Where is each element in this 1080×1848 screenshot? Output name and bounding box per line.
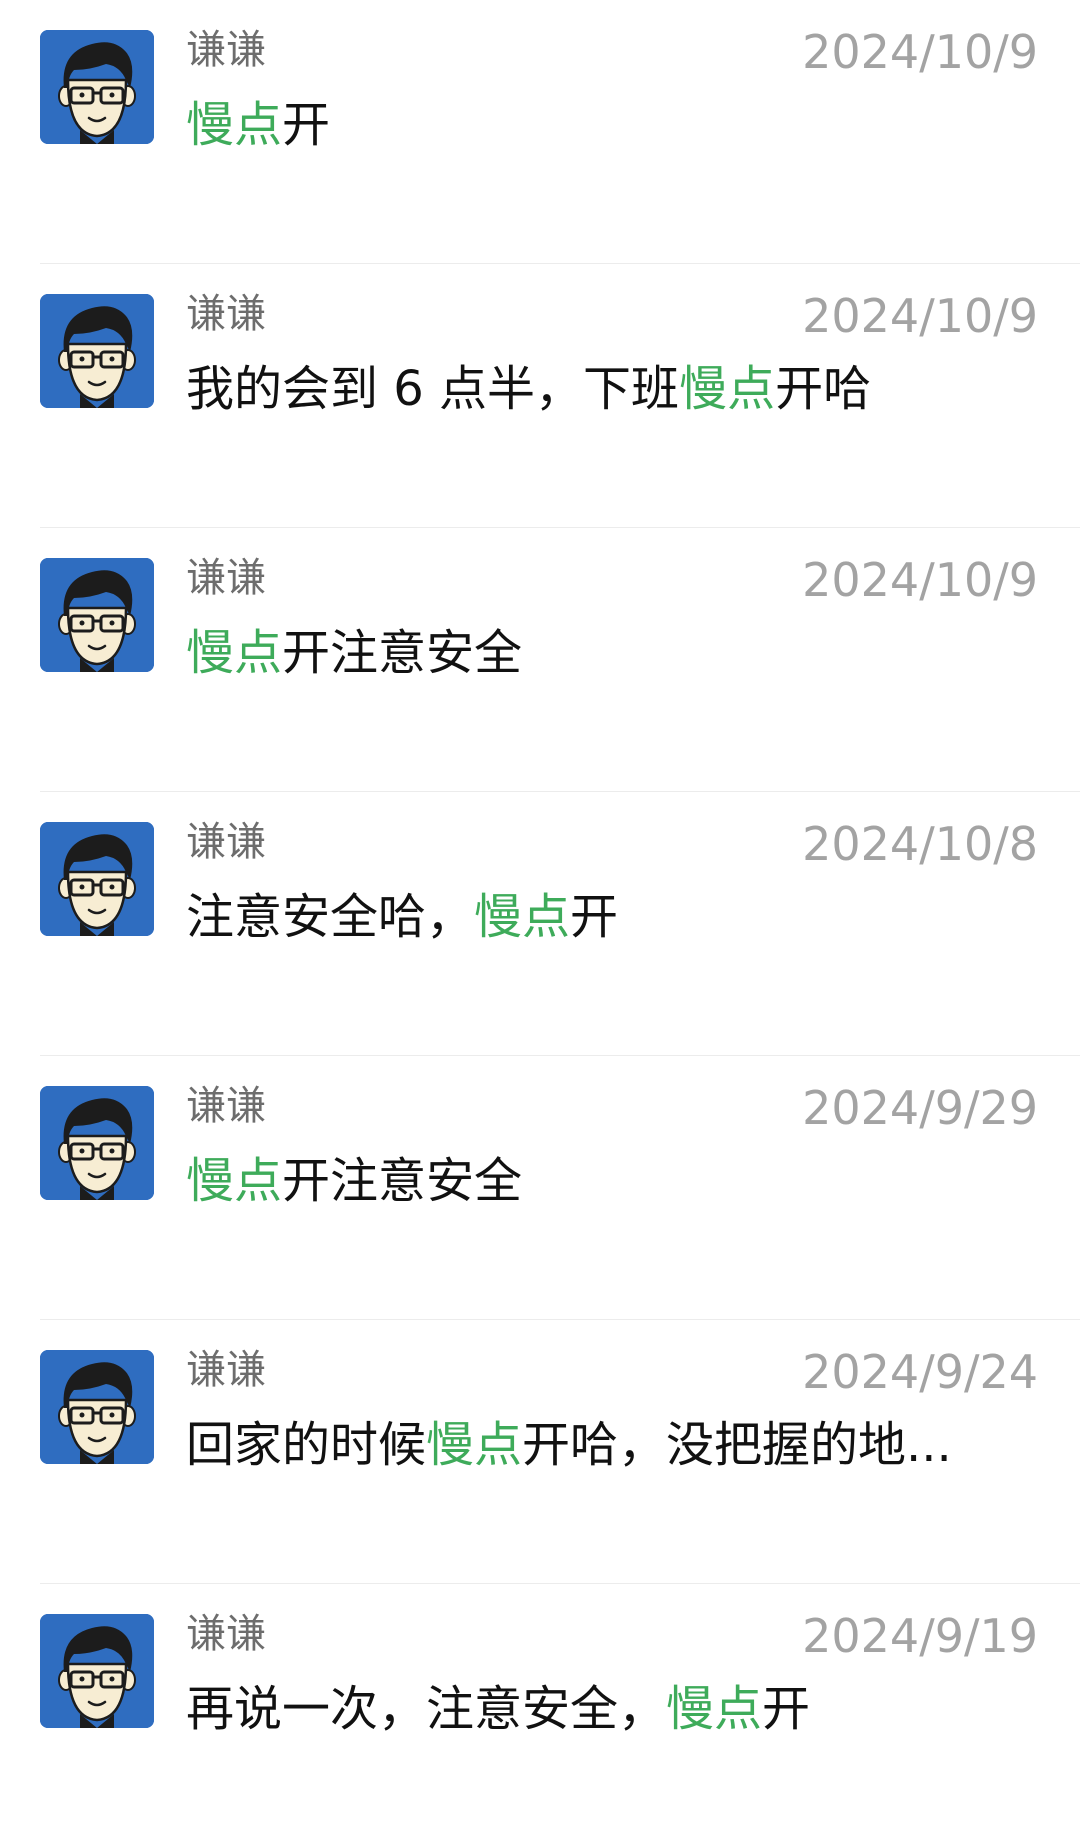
message-preview: 回家的时候慢点开哈，没把握的地... xyxy=(186,1414,1006,1476)
avatar[interactable] xyxy=(40,294,154,408)
avatar[interactable] xyxy=(40,1350,154,1464)
message-text: 开 xyxy=(762,1681,811,1737)
search-keyword-highlight: 慢点 xyxy=(666,1681,763,1737)
result-row[interactable]: 谦谦 2024/10/9 慢点开注意安全 xyxy=(0,528,1080,792)
search-keyword-highlight: 慢点 xyxy=(186,97,283,153)
message-text: 注意安全哈， xyxy=(186,889,475,945)
message-text: 回家的时候 xyxy=(186,1417,427,1473)
message-date: 2024/9/29 xyxy=(802,1081,1038,1135)
message-date: 2024/9/19 xyxy=(802,1609,1038,1663)
cartoon-man-glasses-icon xyxy=(40,1614,154,1728)
result-row[interactable]: 谦谦 2024/10/9 慢点开 xyxy=(0,0,1080,264)
cartoon-man-glasses-icon xyxy=(40,1086,154,1200)
message-preview: 再说一次，注意安全，慢点开 xyxy=(186,1678,1006,1740)
search-keyword-highlight: 慢点 xyxy=(186,625,283,681)
message-date: 2024/10/8 xyxy=(802,817,1038,871)
avatar[interactable] xyxy=(40,1614,154,1728)
cartoon-man-glasses-icon xyxy=(40,30,154,144)
message-preview: 慢点开 xyxy=(186,94,1006,156)
message-text: 开注意安全 xyxy=(282,1153,523,1209)
sender-name: 谦谦 xyxy=(186,1611,266,1657)
sender-name: 谦谦 xyxy=(186,1347,266,1393)
avatar[interactable] xyxy=(40,822,154,936)
message-preview: 慢点开注意安全 xyxy=(186,622,1006,684)
message-preview: 注意安全哈，慢点开 xyxy=(186,886,1006,948)
message-text: 开哈，没把握的地... xyxy=(522,1417,952,1473)
cartoon-man-glasses-icon xyxy=(40,294,154,408)
sender-name: 谦谦 xyxy=(186,555,266,601)
sender-name: 谦谦 xyxy=(186,291,266,337)
message-preview: 慢点开注意安全 xyxy=(186,1150,1006,1212)
cartoon-man-glasses-icon xyxy=(40,822,154,936)
search-keyword-highlight: 慢点 xyxy=(474,889,571,945)
sender-name: 谦谦 xyxy=(186,819,266,865)
message-text: 开 xyxy=(570,889,619,945)
message-preview: 我的会到 6 点半，下班慢点开哈 xyxy=(186,358,1006,420)
message-date: 2024/10/9 xyxy=(802,553,1038,607)
message-date: 2024/10/9 xyxy=(802,25,1038,79)
cartoon-man-glasses-icon xyxy=(40,558,154,672)
avatar[interactable] xyxy=(40,30,154,144)
message-text: 开哈 xyxy=(775,361,872,417)
cartoon-man-glasses-icon xyxy=(40,1350,154,1464)
search-keyword-highlight: 慢点 xyxy=(679,361,776,417)
message-date: 2024/10/9 xyxy=(802,289,1038,343)
search-keyword-highlight: 慢点 xyxy=(426,1417,523,1473)
sender-name: 谦谦 xyxy=(186,27,266,73)
message-date: 2024/9/24 xyxy=(802,1345,1038,1399)
chat-search-results: 谦谦 2024/10/9 慢点开 谦谦 2024/10/9 我的会到 6 点半，… xyxy=(0,0,1080,1790)
result-row[interactable]: 谦谦 2024/10/9 我的会到 6 点半，下班慢点开哈 xyxy=(0,264,1080,528)
avatar[interactable] xyxy=(40,1086,154,1200)
message-text: 我的会到 6 点半，下班 xyxy=(186,361,680,417)
result-row[interactable]: 谦谦 2024/9/29 慢点开注意安全 xyxy=(0,1056,1080,1320)
avatar[interactable] xyxy=(40,558,154,672)
result-row[interactable]: 谦谦 2024/9/19 再说一次，注意安全，慢点开 xyxy=(0,1584,1080,1848)
search-keyword-highlight: 慢点 xyxy=(186,1153,283,1209)
result-row[interactable]: 谦谦 2024/10/8 注意安全哈，慢点开 xyxy=(0,792,1080,1056)
message-text: 开 xyxy=(282,97,331,153)
message-text: 开注意安全 xyxy=(282,625,523,681)
result-row[interactable]: 谦谦 2024/9/24 回家的时候慢点开哈，没把握的地... xyxy=(0,1320,1080,1584)
sender-name: 谦谦 xyxy=(186,1083,266,1129)
message-text: 再说一次，注意安全， xyxy=(186,1681,667,1737)
